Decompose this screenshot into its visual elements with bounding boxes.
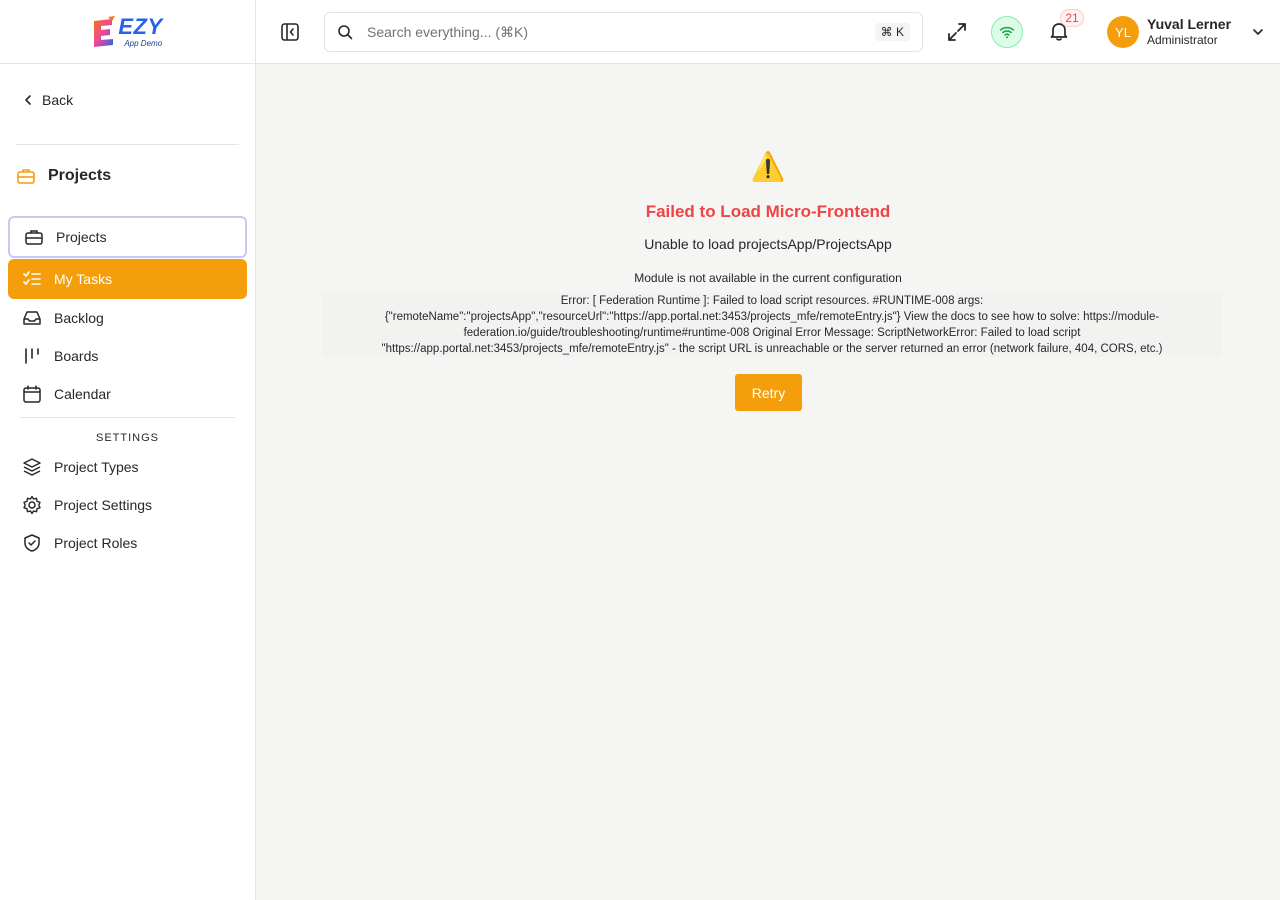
settings-section-label: SETTINGS: [95, 432, 159, 444]
sidebar-item-project-types[interactable]: Project Types: [8, 448, 247, 486]
search-placeholder: Search everything... (⌘K): [367, 23, 529, 40]
chevron-left-icon: [25, 95, 31, 105]
gear-icon: [23, 495, 41, 515]
logo-area: EZY App Demo: [0, 0, 255, 64]
ezy-logo-mark-icon: [94, 15, 116, 47]
connection-status-button[interactable]: [991, 16, 1023, 48]
warning-icon: ⚠️: [750, 151, 786, 182]
sidebar-item-label: Projects: [56, 229, 107, 245]
sidebar-section-title: Projects: [16, 166, 111, 186]
briefcase-icon: [17, 169, 35, 184]
user-name: Yuval Lerner: [1147, 16, 1232, 32]
sidebar-item-project-roles[interactable]: Project Roles: [8, 524, 247, 562]
briefcase-icon: [25, 230, 43, 245]
sidebar-item-label: Calendar: [54, 386, 111, 402]
sidebar-item-boards[interactable]: Boards: [8, 337, 247, 375]
sidebar-item-backlog[interactable]: Backlog: [8, 299, 247, 337]
user-role: Administrator: [1147, 33, 1218, 47]
inbox-icon: [23, 311, 41, 325]
fullscreen-icon[interactable]: [946, 21, 968, 43]
sidebar-item-label: Project Settings: [54, 497, 153, 513]
main-content: ⚠️ Failed to Load Micro-Frontend Unable …: [256, 64, 1280, 900]
divider: [16, 144, 239, 145]
back-label: Back: [42, 92, 74, 108]
search-input[interactable]: Search everything... (⌘K) ⌘ K: [324, 12, 923, 52]
back-link[interactable]: Back: [22, 92, 73, 108]
shield-check-icon: [24, 534, 40, 552]
sidebar-item-calendar[interactable]: Calendar: [8, 375, 247, 413]
error-detail: Error: [ Federation Runtime ]: Failed to…: [322, 293, 1222, 357]
avatar: YL: [1107, 16, 1139, 48]
wifi-icon: [999, 26, 1015, 39]
chevron-down-icon: [1253, 29, 1263, 35]
sidebar-item-label: Boards: [54, 348, 99, 364]
error-message: Module is not available in the current c…: [634, 271, 902, 285]
brand-subtitle: App Demo: [124, 38, 163, 48]
user-menu[interactable]: YL Yuval Lerner Administrator: [1107, 16, 1265, 48]
sidebar-item-label: Project Types: [54, 459, 139, 475]
sidebar: EZY App Demo Back Projects Projects My T…: [0, 0, 256, 900]
columns-icon: [25, 348, 39, 364]
retry-button[interactable]: Retry: [735, 374, 802, 411]
top-bar: Search everything... (⌘K) ⌘ K 21 YL Yuva…: [256, 0, 1280, 64]
sidebar-item-my-tasks[interactable]: My Tasks: [8, 259, 247, 299]
error-title: Failed to Load Micro-Frontend: [645, 202, 891, 221]
sidebar-item-project-settings[interactable]: Project Settings: [8, 486, 247, 524]
error-subtitle: Unable to load projectsApp/ProjectsApp: [644, 236, 892, 252]
divider: [20, 417, 235, 418]
search-icon: [338, 25, 353, 40]
section-title-label: Projects: [48, 167, 112, 184]
sidebar-item-label: My Tasks: [54, 271, 113, 287]
search-shortcut-badge: ⌘ K: [874, 23, 910, 41]
notification-count-badge: 21: [1060, 9, 1084, 27]
calendar-icon: [23, 385, 41, 403]
brand-name: EZY: [118, 13, 163, 39]
layers-icon: [23, 458, 41, 476]
sidebar-item-projects[interactable]: Projects: [8, 216, 247, 258]
sidebar-item-label: Project Roles: [54, 535, 138, 551]
sidebar-toggle-icon[interactable]: [280, 22, 300, 42]
sidebar-nav: Projects My Tasks Backlog Boards Calenda…: [8, 216, 247, 562]
brand-logo[interactable]: EZY App Demo: [92, 15, 162, 49]
list-checks-icon: [23, 271, 41, 285]
sidebar-item-label: Backlog: [54, 310, 104, 326]
